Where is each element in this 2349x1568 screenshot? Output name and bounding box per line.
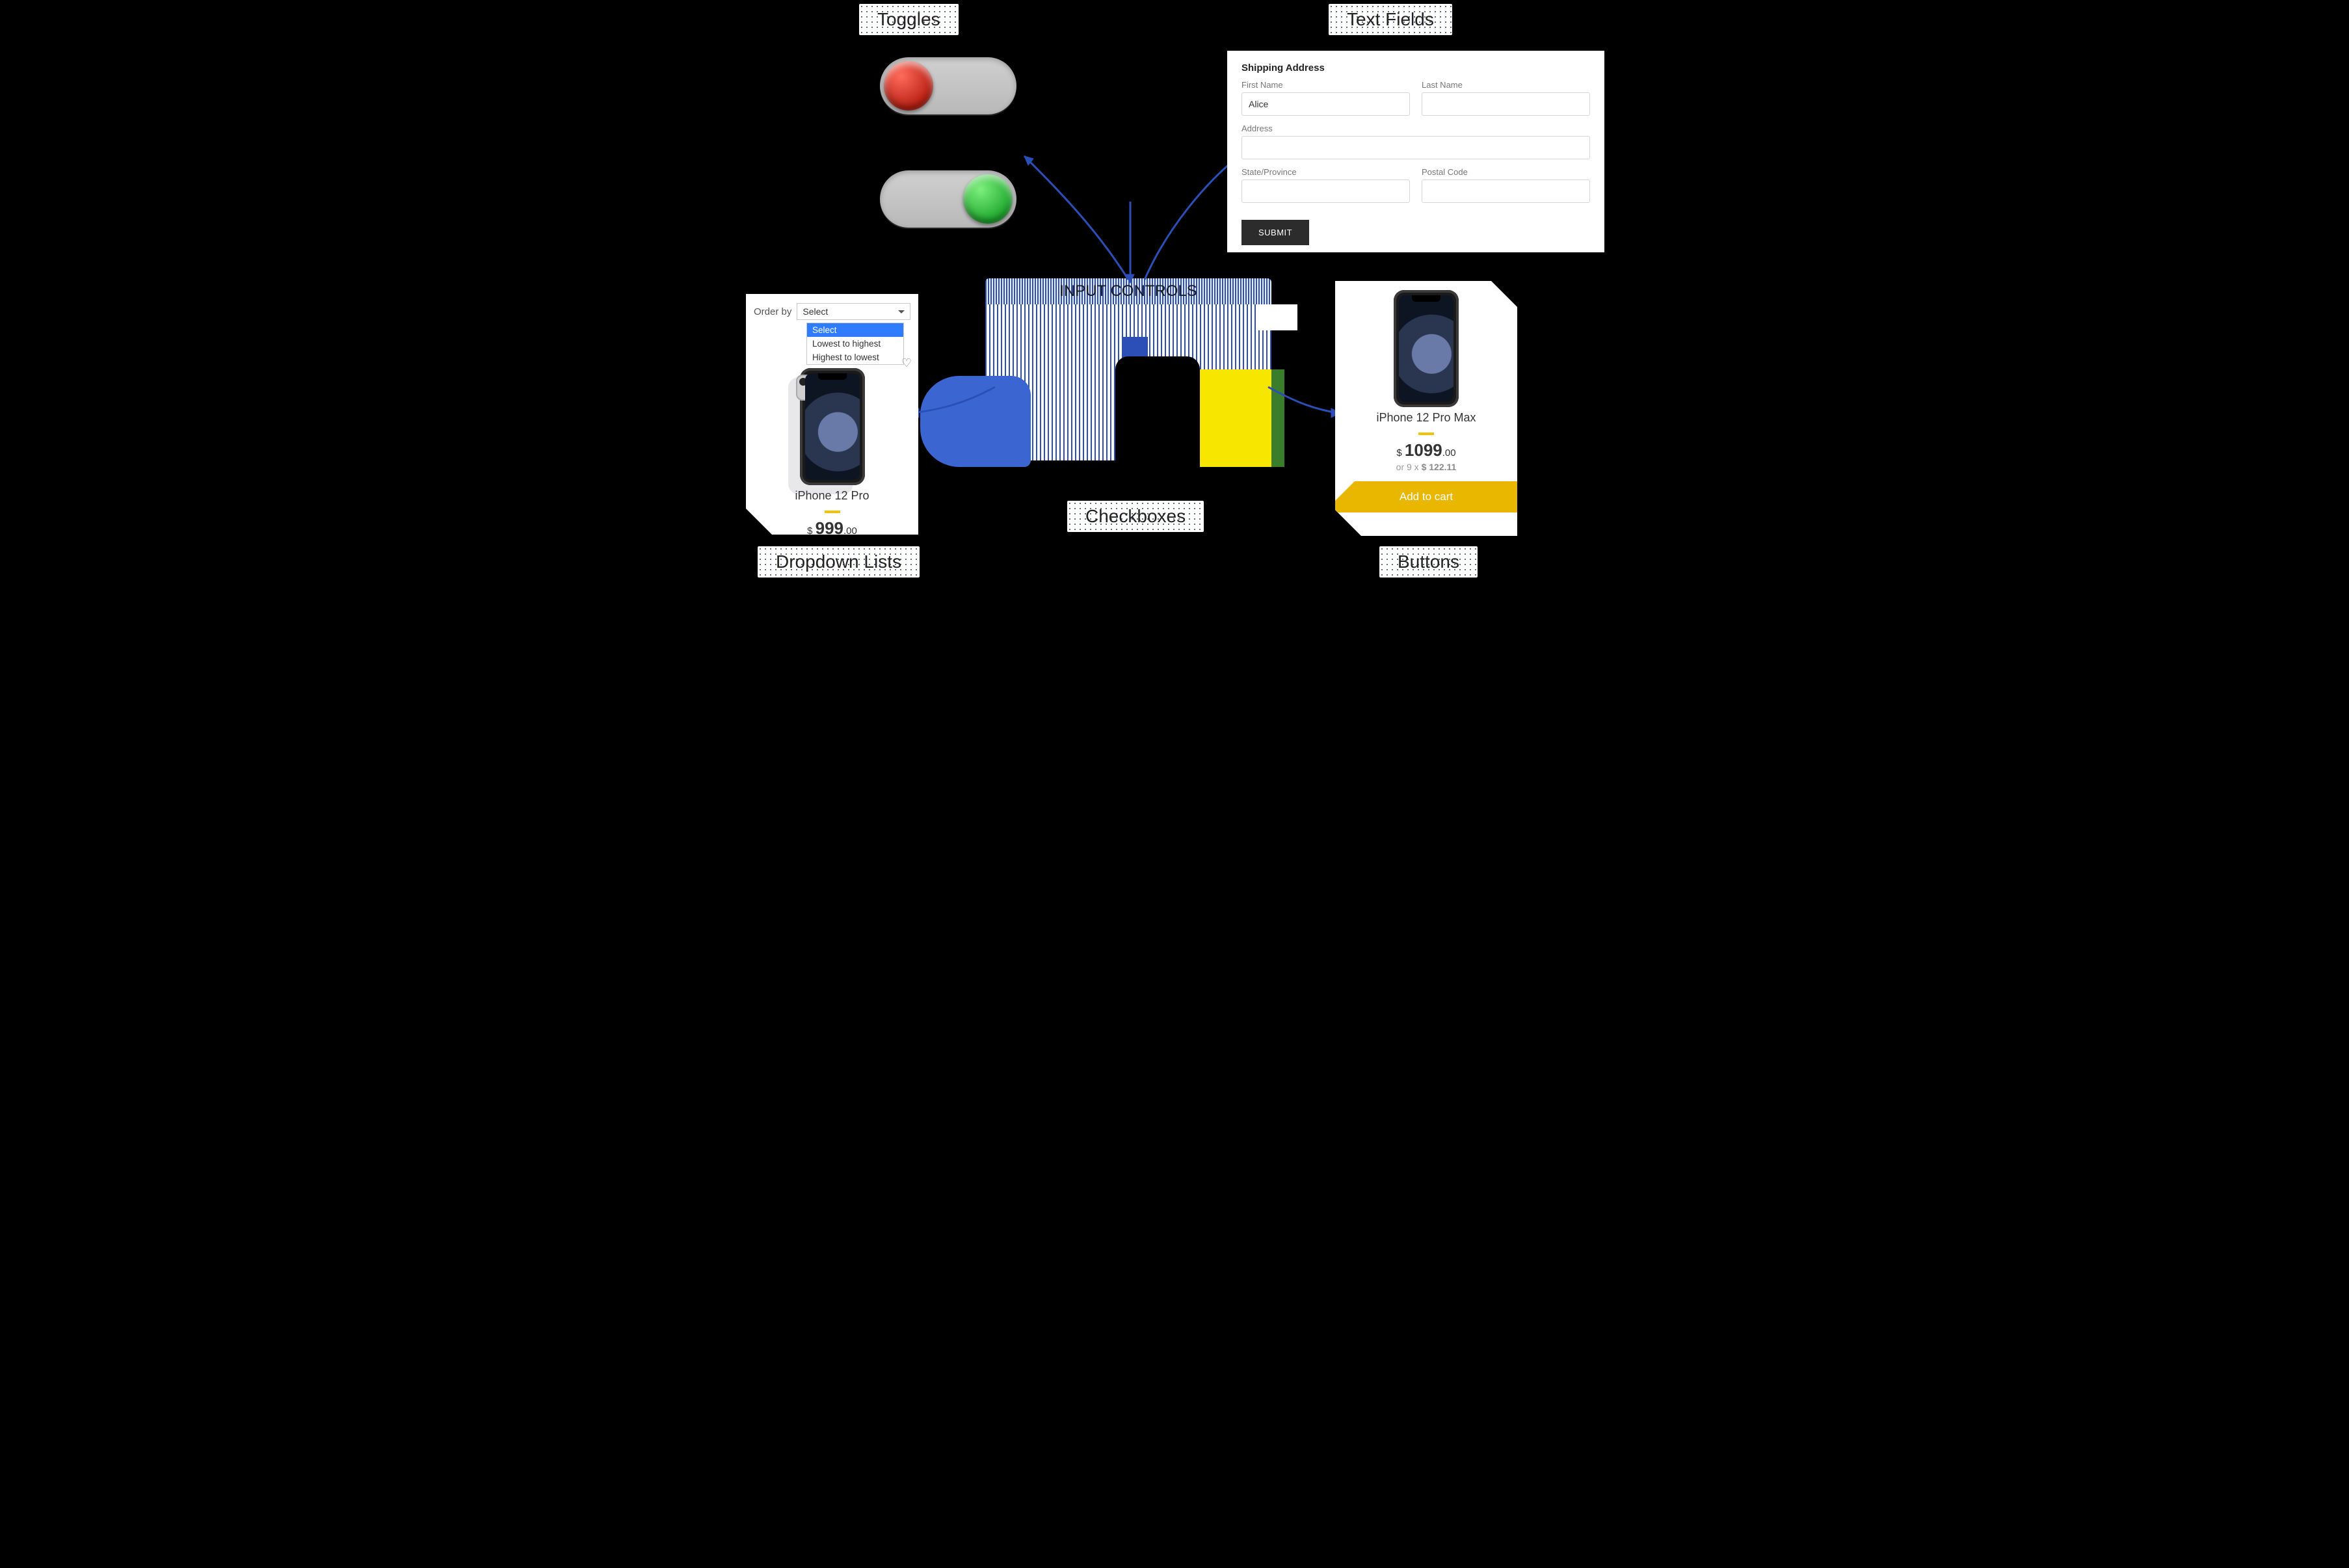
add-to-cart-button[interactable]: Add to cart — [1335, 481, 1517, 512]
first-name-input[interactable] — [1241, 92, 1410, 116]
caption-checkboxes: Checkboxes — [1067, 501, 1204, 532]
postal-label: Postal Code — [1422, 167, 1590, 177]
submit-button[interactable]: SUBMIT — [1241, 220, 1309, 245]
toggle-off-knob — [884, 61, 933, 111]
postal-input[interactable] — [1422, 179, 1590, 203]
state-input[interactable] — [1241, 179, 1410, 203]
order-by-selected: Select — [803, 306, 828, 317]
arrow-to-dropdown — [907, 384, 998, 423]
favorite-icon[interactable]: ♡ — [901, 356, 912, 370]
arrow-to-buttons — [1265, 384, 1343, 423]
address-input[interactable] — [1241, 136, 1590, 159]
product-right-price: $ 1099.00 — [1335, 440, 1517, 460]
button-card: iPhone 12 Pro Max $ 1099.00 or 9 x $ 122… — [1335, 281, 1517, 536]
first-name-label: First Name — [1241, 80, 1410, 90]
order-option-highest[interactable]: Highest to lowest — [807, 351, 903, 364]
accent-bar — [825, 511, 840, 513]
order-option-lowest[interactable]: Lowest to highest — [807, 337, 903, 351]
order-option-select[interactable]: Select — [807, 323, 903, 337]
toggle-on[interactable] — [880, 170, 1016, 228]
last-name-label: Last Name — [1422, 80, 1590, 90]
order-by-options: Select Lowest to highest Highest to lowe… — [806, 323, 904, 365]
last-name-input[interactable] — [1422, 92, 1590, 116]
dropdown-card: Order by Select Select Lowest to highest… — [746, 294, 918, 535]
address-label: Address — [1241, 124, 1590, 133]
accent-bar-right — [1418, 432, 1434, 435]
caption-text-fields: Text Fields — [1329, 4, 1452, 35]
arrow-to-checkboxes-up — [1121, 195, 1140, 286]
state-label: State/Province — [1241, 167, 1410, 177]
caption-toggles: Toggles — [859, 4, 959, 35]
caption-buttons: Buttons — [1379, 546, 1478, 578]
product-right-title: iPhone 12 Pro Max — [1335, 411, 1517, 425]
product-left-title: iPhone 12 Pro — [746, 489, 918, 503]
shipping-form: Shipping Address First Name Last Name Ad… — [1227, 51, 1604, 252]
toggle-on-knob — [963, 174, 1013, 224]
form-heading: Shipping Address — [1241, 62, 1590, 73]
product-image-right — [1394, 290, 1459, 407]
center-graphic — [985, 304, 1271, 460]
caption-dropdown-lists: Dropdown Lists — [758, 546, 920, 578]
product-image-left — [800, 368, 865, 485]
toggle-off[interactable] — [880, 57, 1016, 114]
product-right-alt-price: or 9 x $ 122.11 — [1335, 462, 1517, 472]
order-by-select[interactable]: Select — [797, 303, 910, 320]
order-by-label: Order by — [754, 306, 791, 317]
product-left-price: $ 999.00 — [746, 518, 918, 538]
center-hub: INPUT CONTROLS — [985, 278, 1271, 460]
